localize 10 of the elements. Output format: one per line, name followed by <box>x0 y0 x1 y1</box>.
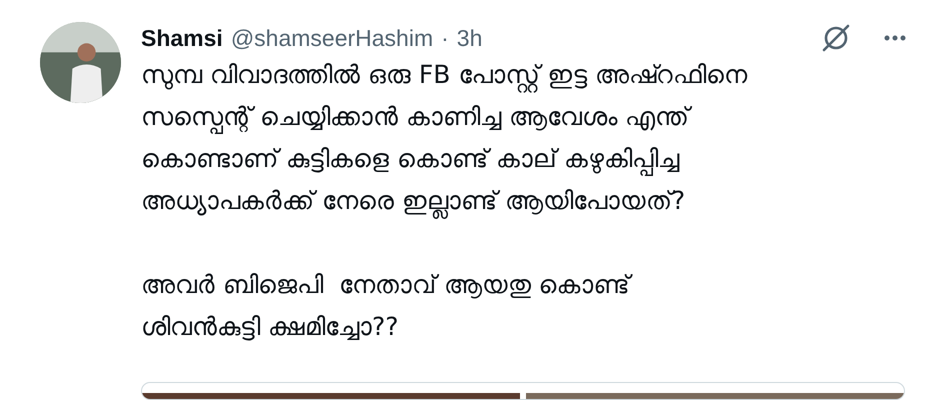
media-card[interactable] <box>141 382 905 400</box>
display-name[interactable]: Shamsi <box>141 24 223 52</box>
tweet-text: അവർ ബിജെപി നേതാവ് ആയതു കൊണ്ട് ശിവൻകുട്ടി ക്ഷമിച്ചോ?? <box>141 264 906 348</box>
user-handle[interactable]: @shamseerHashim <box>230 24 434 52</box>
avatar[interactable] <box>40 22 121 103</box>
slashed-circle-icon[interactable] <box>820 22 852 54</box>
more-icon[interactable] <box>884 35 906 41</box>
separator: · <box>441 24 449 52</box>
timestamp[interactable]: 3h <box>456 24 482 52</box>
tweet-text: സുമ്പ വിവാദത്തിൽ ഒരു FB പോസ്റ്റ് ഇട്ട അഷ്റഫിനെ സസ്പെന്റ് ചെയ്യിക്കാൻ കാണിച്ച ആവേശം എന്ത് കൊണ്ടാണ് കുട്ടികളെ കൊണ്ട് കാല് കഴുകിപ്പിച്ച അധ്യാപകർക്ക് നേരെ ഇല്ലാണ്ട് ആയിപോയത്? <box>141 54 906 222</box>
